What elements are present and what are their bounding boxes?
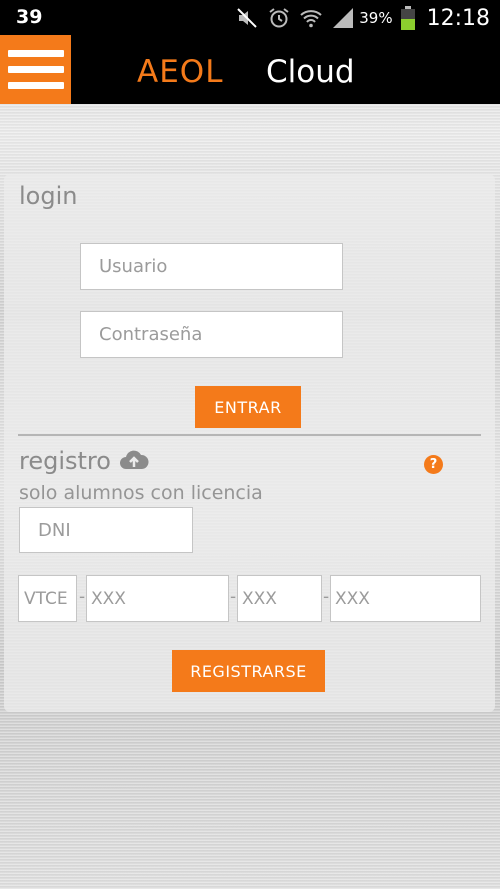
code-separator: - [79, 587, 86, 607]
code-separator: - [230, 587, 237, 607]
help-icon[interactable]: ? [424, 455, 443, 474]
enter-button[interactable]: ENTRAR [195, 386, 301, 428]
clock: 12:18 [426, 5, 490, 31]
license-code-placeholder-3: XXX [335, 588, 370, 609]
license-code-placeholder-1: XXX [91, 588, 126, 609]
register-button[interactable]: REGISTRARSE [172, 650, 325, 692]
section-divider [18, 434, 481, 436]
brand-name: AEOL [137, 54, 224, 90]
signal-icon [333, 8, 354, 28]
code-separator: - [323, 587, 330, 607]
notification-count: 39 [16, 6, 43, 28]
battery-icon [400, 6, 415, 30]
mute-icon [237, 8, 257, 28]
license-code-placeholder-2: XXX [242, 588, 277, 609]
username-input[interactable]: Usuario [80, 243, 343, 290]
cloud-upload-icon [120, 450, 149, 469]
dni-input[interactable]: DNI [19, 507, 193, 553]
login-card: login Usuario Contraseña ENTRAR registro… [4, 174, 495, 712]
license-prefix-field: VTCE [18, 575, 77, 622]
username-placeholder: Usuario [99, 256, 168, 277]
app-title: Cloud [266, 54, 355, 90]
status-bar: 39 39% 12:18 [0, 0, 500, 35]
register-heading: registro [19, 447, 111, 475]
password-placeholder: Contraseña [99, 324, 203, 345]
dni-placeholder: DNI [38, 519, 71, 541]
license-code-input-3[interactable]: XXX [330, 575, 481, 622]
app-bar: AEOL Cloud [0, 35, 500, 104]
license-code-input-2[interactable]: XXX [237, 575, 322, 622]
license-prefix: VTCE [24, 588, 68, 609]
hamburger-menu-icon[interactable] [0, 35, 71, 104]
password-input[interactable]: Contraseña [80, 311, 343, 358]
status-icons: 39% 12:18 [235, 3, 490, 33]
register-subtitle: solo alumnos con licencia [19, 482, 263, 504]
battery-percent: 39% [359, 9, 393, 27]
wifi-icon [300, 10, 322, 28]
alarm-icon [269, 8, 289, 28]
license-code-input-1[interactable]: XXX [86, 575, 229, 622]
login-heading: login [19, 182, 78, 210]
